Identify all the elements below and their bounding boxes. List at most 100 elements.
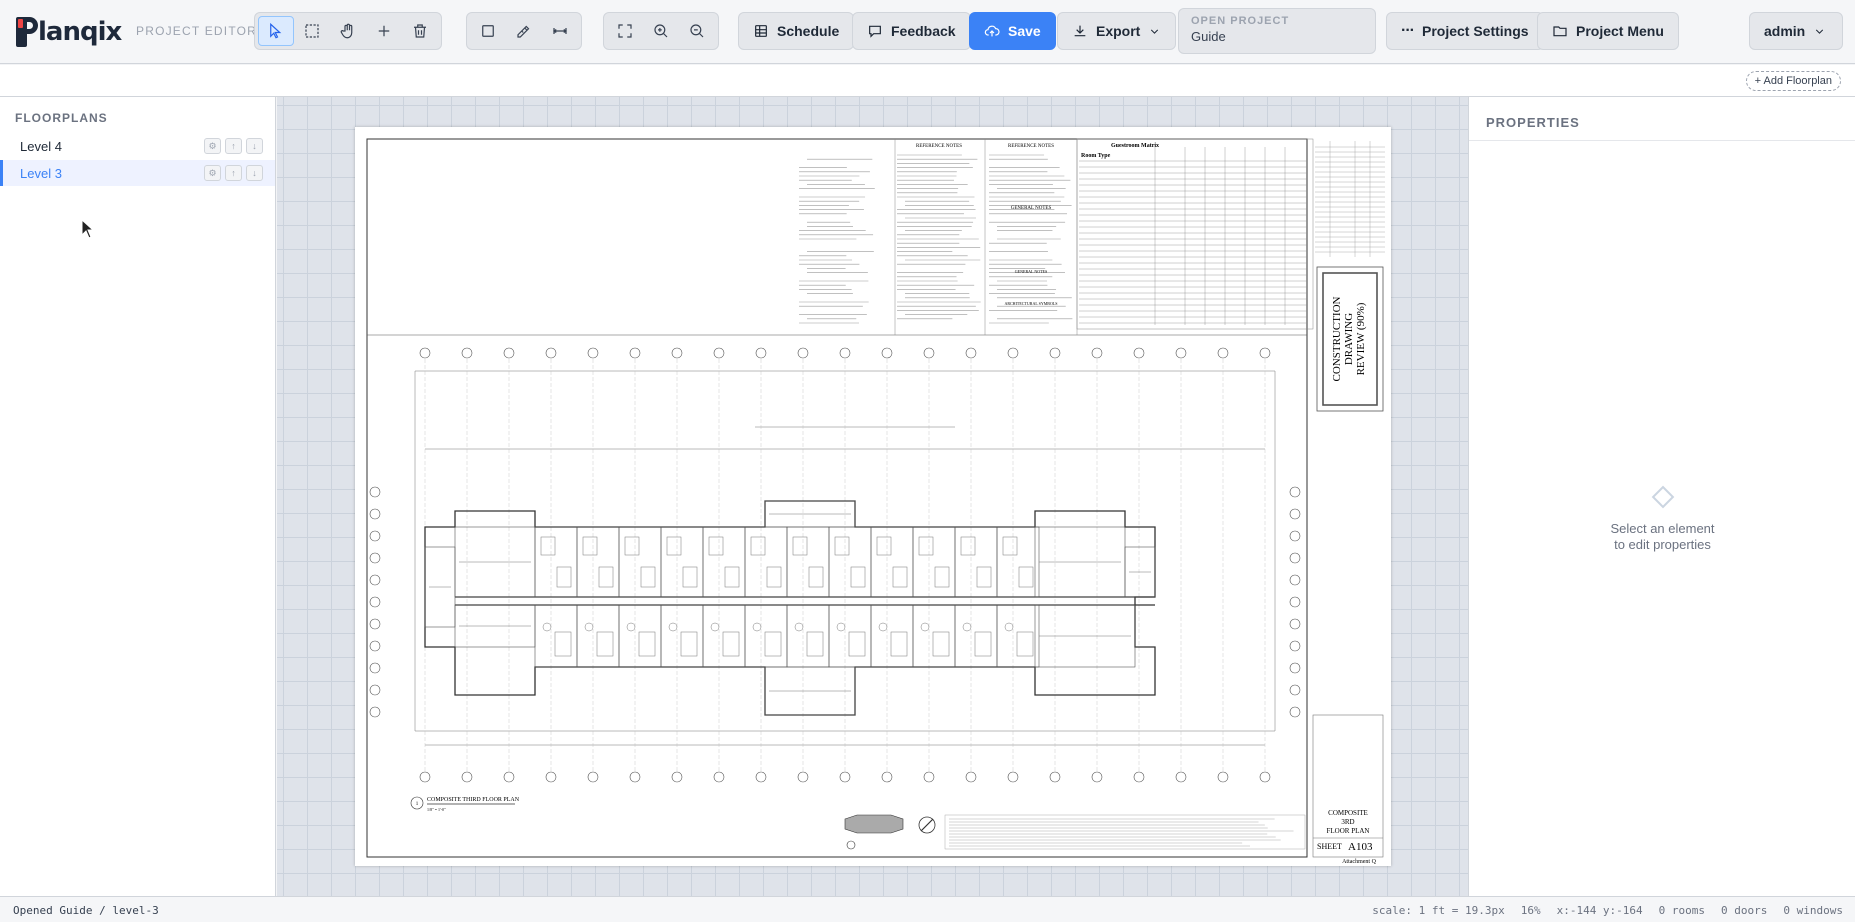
export-button[interactable]: Export [1057,12,1176,50]
trash-icon [411,22,429,40]
floor-item-label: Level 3 [20,166,62,181]
open-project-label: OPEN PROJECT [1191,15,1363,27]
hand-icon [339,22,357,40]
floor-settings-icon[interactable]: ⚙ [204,138,221,154]
floor-item-label: Level 4 [20,139,62,154]
matrix-title: Guestroom Matrix [1111,143,1159,149]
open-project-value: Guide [1191,29,1363,44]
project-menu-button[interactable]: Project Menu [1537,12,1679,50]
notes-header: REFERENCE NOTES [916,144,962,149]
plan-number: 1 [416,802,419,807]
empty-line-1: Select an element [1469,521,1855,537]
properties-panel: PROPERTIES Select an element to edit pro… [1468,97,1855,896]
draw-tool-group [466,12,582,50]
move-up-icon[interactable]: ↑ [225,138,242,154]
feedback-button[interactable]: Feedback [852,12,971,50]
project-settings-button[interactable]: ··· Project Settings [1386,12,1544,50]
table-grid-icon [753,23,769,39]
floorplan-sheet[interactable]: REFERENCE NOTES REFERENCE NOTES GENERAL … [355,127,1391,866]
properties-empty-state: Select an element to edit properties [1469,489,1855,553]
rectangle-icon [479,22,497,40]
user-label: admin [1764,23,1805,39]
move-down-icon[interactable]: ↓ [246,165,263,181]
status-windows: 0 windows [1783,904,1843,917]
floorplans-sidebar: FLOORPLANS Level 4 ⚙ ↑ ↓ Level 3 ⚙ ↑ ↓ [0,97,276,896]
sidebar-title: FLOORPLANS [15,111,108,125]
properties-title: PROPERTIES [1486,115,1580,130]
floor-item-level-3[interactable]: Level 3 ⚙ ↑ ↓ [0,160,275,186]
plan-title: COMPOSITE THIRD FLOOR PLAN [427,797,520,803]
zoom-out-button[interactable] [679,16,715,46]
editor-canvas[interactable]: REFERENCE NOTES REFERENCE NOTES GENERAL … [277,97,1468,896]
chevron-down-icon [1148,25,1161,38]
rectangle-tool-button[interactable] [470,16,506,46]
plus-icon [375,22,393,40]
zoom-out-icon [688,22,706,40]
fit-screen-icon [616,22,634,40]
properties-divider [1469,140,1855,141]
cloud-upload-icon [984,23,1000,39]
project-menu-label: Project Menu [1576,23,1664,39]
attachment-label: Attachment Q [1342,859,1376,865]
notes-header: ARCHITECTURAL SYMBOLS [1004,301,1057,306]
title-block-line: FLOOR PLAN [1327,827,1370,835]
status-doors: 0 doors [1721,904,1767,917]
user-menu-button[interactable]: admin [1749,12,1843,50]
floor-settings-icon[interactable]: ⚙ [204,165,221,181]
export-label: Export [1096,23,1140,39]
status-bar: Opened Guide / level-3 scale: 1 ft = 19.… [0,896,1855,922]
marquee-tool-button[interactable] [294,16,330,46]
chevron-down-icon [1813,25,1826,38]
open-project-selector[interactable]: OPEN PROJECT Guide [1178,8,1376,54]
more-dots-icon: ··· [1401,26,1414,36]
sub-toolbar: + Add Floorplan [0,65,1855,97]
save-label: Save [1008,23,1041,39]
notes-header: REFERENCE NOTES [1008,144,1054,149]
status-coords: x:-144 y:-164 [1557,904,1643,917]
dimension-tool-button[interactable] [542,16,578,46]
feedback-label: Feedback [891,23,956,39]
schedule-label: Schedule [777,23,839,39]
mouse-cursor-icon [81,219,95,239]
folder-icon [1552,23,1568,39]
pan-tool-button[interactable] [330,16,366,46]
sheet-label: SHEET [1317,842,1342,851]
stamp-line: DRAWING [1343,313,1355,365]
top-toolbar: lanqix PROJECT EDITOR Schedule Feedback … [0,0,1855,64]
zoom-in-icon [652,22,670,40]
matrix-header: Room Type [1081,153,1111,159]
logo-mark-icon [16,17,40,47]
move-up-icon[interactable]: ↑ [225,165,242,181]
move-down-icon[interactable]: ↓ [246,138,263,154]
add-tool-button[interactable] [366,16,402,46]
download-icon [1072,23,1088,39]
notes-header: GENERAL NOTES [1015,269,1047,274]
section-label: PROJECT EDITOR [136,24,257,38]
floor-item-level-4[interactable]: Level 4 ⚙ ↑ ↓ [0,133,275,159]
zoom-in-button[interactable] [643,16,679,46]
status-message: Opened Guide / level-3 [13,904,159,917]
schedule-button[interactable]: Schedule [738,12,854,50]
select-tool-button[interactable] [258,16,294,46]
selection-tool-group [254,12,442,50]
fit-screen-button[interactable] [607,16,643,46]
dashed-square-icon [303,22,321,40]
diamond-icon [1651,486,1674,509]
notes-header: GENERAL NOTES [1011,206,1052,211]
delete-tool-button[interactable] [402,16,438,46]
save-button[interactable]: Save [969,12,1056,50]
empty-line-2: to edit properties [1469,537,1855,553]
floorplan-drawing: REFERENCE NOTES REFERENCE NOTES GENERAL … [355,127,1391,866]
add-floorplan-button[interactable]: + Add Floorplan [1746,71,1841,91]
status-scale: scale: 1 ft = 19.3px [1372,904,1504,917]
pencil-ruler-icon [515,22,533,40]
sheet-number: A103 [1348,841,1373,853]
app-logo[interactable]: lanqix [16,16,121,48]
plan-scale: 1/8" = 1'-0" [427,807,446,812]
title-block-line: COMPOSITE [1328,809,1368,817]
project-settings-label: Project Settings [1422,23,1529,39]
status-zoom: 16% [1521,904,1541,917]
measure-tool-button[interactable] [506,16,542,46]
stamp-line: CONSTRUCTION [1331,296,1343,381]
logo-text: lanqix [38,17,121,47]
